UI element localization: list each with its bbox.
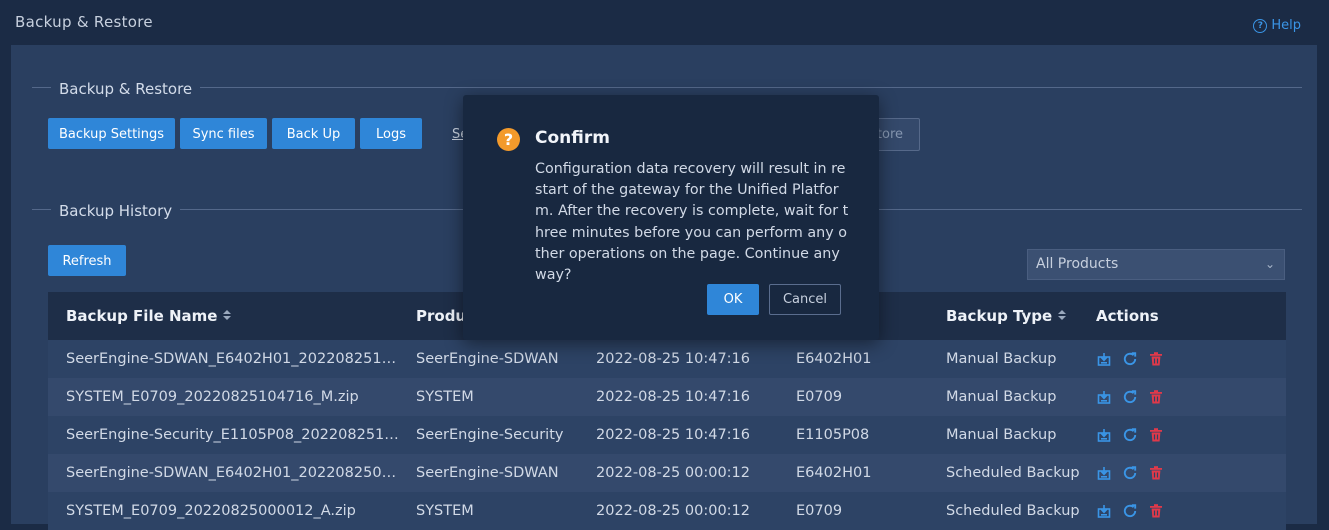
table-row: SeerEngine-Security_E1105P08_20220825104… [48,416,1286,454]
cell-product: SeerEngine-SDWAN [416,351,559,367]
logs-button[interactable]: Logs [360,118,422,149]
cell-version: E0709 [796,503,843,519]
delete-icon[interactable] [1148,503,1164,519]
col-header-backup-type[interactable]: Backup Type [946,292,1067,340]
cell-backup-type: Manual Backup [946,351,1057,367]
sync-files-button[interactable]: Sync files [180,118,267,149]
dialog-title: Confirm [535,128,610,148]
help-circle-icon: ? [1253,18,1268,33]
table-row: SYSTEM_E0709_20220825104716_M.zip SYSTEM 2… [48,378,1286,416]
cell-version: E6402H01 [796,351,872,367]
refresh-button[interactable]: Refresh [48,245,126,276]
cell-version: E0709 [796,389,843,405]
restore-icon[interactable] [1122,427,1138,443]
section-divider [32,87,1302,88]
cell-file-name: SeerEngine-SDWAN_E6402H01_20220825104716… [66,351,399,367]
sort-icon[interactable] [223,309,232,320]
cell-file-name: SeerEngine-SDWAN_E6402H01_20220825000012… [66,465,399,481]
restore-icon[interactable] [1122,503,1138,519]
cell-backup-type: Manual Backup [946,427,1057,443]
row-actions [1096,492,1164,530]
cell-backup-time: 2022-08-25 00:00:12 [596,465,750,481]
product-filter-select[interactable]: All Products ⌄ [1027,249,1285,280]
restore-icon[interactable] [1122,351,1138,367]
cell-product: SeerEngine-SDWAN [416,465,559,481]
col-header-label: Backup Type [946,307,1053,325]
backup-settings-button[interactable]: Backup Settings [48,118,175,149]
table-row: SeerEngine-SDWAN_E6402H01_20220825000012… [48,454,1286,492]
cell-product: SYSTEM [416,503,474,519]
backup-section-title: Backup & Restore [51,80,201,98]
restore-button-label: tore [876,127,903,142]
download-icon[interactable] [1096,351,1112,367]
chevron-down-icon: ⌄ [1264,257,1275,271]
restore-icon[interactable] [1122,465,1138,481]
help-label: Help [1271,18,1301,33]
download-icon[interactable] [1096,503,1112,519]
history-section-title: Backup History [51,202,181,220]
cell-backup-time: 2022-08-25 10:47:16 [596,389,750,405]
cell-version: E1105P08 [796,427,870,443]
cell-backup-time: 2022-08-25 00:00:12 [596,503,750,519]
col-header-file-name[interactable]: Backup File Name [66,292,232,340]
cell-product: SYSTEM [416,389,474,405]
col-header-label: Backup File Name [66,307,218,325]
cell-file-name: SYSTEM_E0709_20220825000012_A.zip [66,503,356,519]
sort-icon[interactable] [1058,309,1067,320]
help-link[interactable]: ? Help [1253,18,1301,33]
row-actions [1096,454,1164,492]
product-filter-value: All Products [1036,256,1119,272]
app-title: Backup & Restore [15,13,153,31]
confirm-dialog: ? Confirm Configuration data recovery wi… [463,95,879,340]
download-icon[interactable] [1096,389,1112,405]
table-body: SeerEngine-SDWAN_E6402H01_20220825104716… [48,340,1286,530]
download-icon[interactable] [1096,465,1112,481]
cell-backup-type: Scheduled Backup [946,465,1080,481]
cell-file-name: SeerEngine-Security_E1105P08_20220825104… [66,427,399,443]
ok-button[interactable]: OK [707,284,759,315]
delete-icon[interactable] [1148,427,1164,443]
cell-backup-time: 2022-08-25 10:47:16 [596,427,750,443]
download-icon[interactable] [1096,427,1112,443]
delete-icon[interactable] [1148,351,1164,367]
row-actions [1096,378,1164,416]
row-actions [1096,416,1164,454]
dialog-message: Configuration data recovery will result … [535,161,849,284]
back-up-button[interactable]: Back Up [272,118,355,149]
delete-icon[interactable] [1148,465,1164,481]
cell-version: E6402H01 [796,465,872,481]
question-icon: ? [497,128,520,151]
cell-backup-type: Scheduled Backup [946,503,1080,519]
cancel-button[interactable]: Cancel [769,284,841,315]
cell-product: SeerEngine-Security [416,427,564,443]
cell-file-name: SYSTEM_E0709_20220825104716_M.zip [66,389,359,405]
cell-backup-type: Manual Backup [946,389,1057,405]
table-row: SYSTEM_E0709_20220825000012_A.zip SYSTEM 2… [48,492,1286,530]
table-row: SeerEngine-SDWAN_E6402H01_20220825104716… [48,340,1286,378]
row-actions [1096,340,1164,378]
top-bar: Backup & Restore ? Help [0,0,1329,45]
restore-icon[interactable] [1122,389,1138,405]
delete-icon[interactable] [1148,389,1164,405]
col-header-actions: Actions [1096,307,1159,325]
cell-backup-time: 2022-08-25 10:47:16 [596,351,750,367]
